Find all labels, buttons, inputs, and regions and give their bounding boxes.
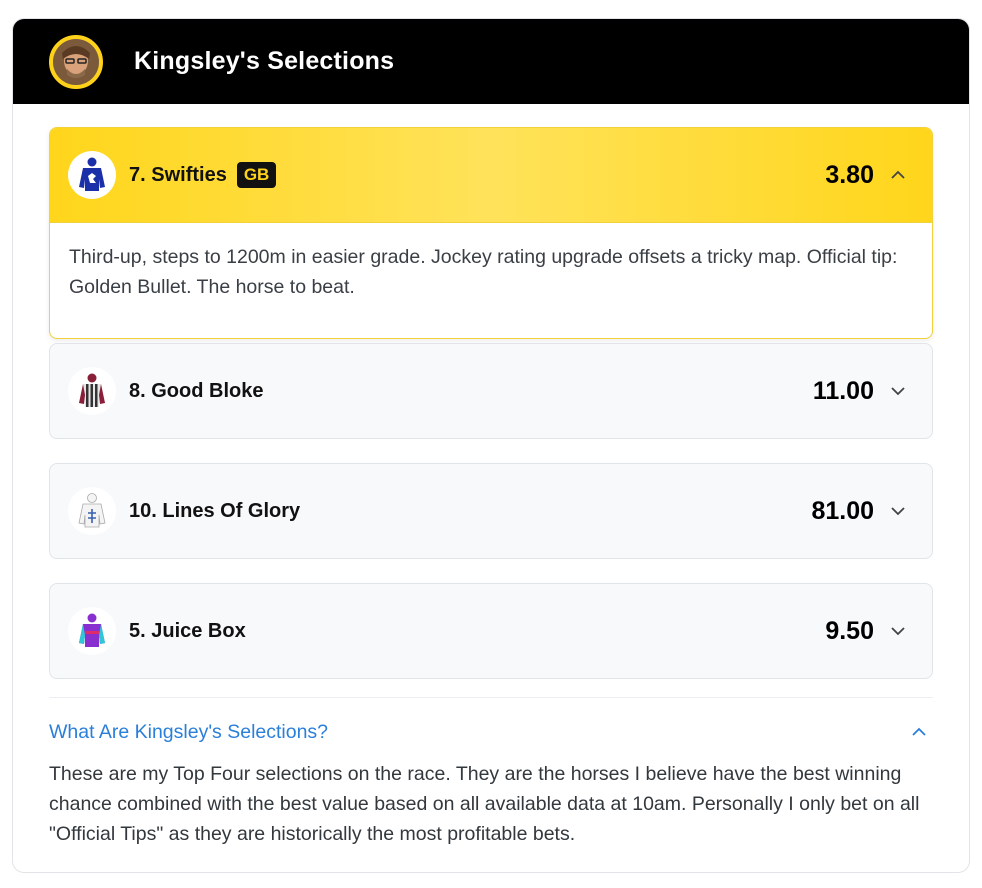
selection-header[interactable]: 10. Lines Of Glory 81.00 (50, 464, 932, 558)
selection-header[interactable]: 7. Swifties GB 3.80 (50, 128, 932, 222)
selection-item: 10. Lines Of Glory 81.00 (49, 463, 933, 559)
odds-value[interactable]: 9.50 (825, 617, 874, 646)
selections-card: Kingsley's Selections 7. Swifties GB 3.8… (12, 18, 970, 873)
divider (49, 697, 933, 698)
jockey-silk-icon (68, 487, 116, 535)
chevron-down-icon[interactable] (886, 619, 910, 643)
page-title: Kingsley's Selections (134, 47, 395, 75)
jockey-silk-icon (68, 151, 116, 199)
country-badge: GB (236, 162, 277, 188)
odds-value[interactable]: 81.00 (811, 497, 874, 526)
horse-name: 10. Lines Of Glory (129, 499, 301, 522)
faq-question[interactable]: What Are Kingsley's Selections? (49, 721, 328, 744)
odds-value[interactable]: 11.00 (813, 377, 874, 406)
chevron-up-icon[interactable] (886, 163, 910, 187)
jockey-silk-icon (68, 607, 116, 655)
selection-item: 7. Swifties GB 3.80 Third-up, steps to 1… (49, 127, 933, 339)
jockey-silk-icon (68, 367, 116, 415)
horse-name: 8. Good Bloke (129, 379, 264, 402)
selection-header[interactable]: 8. Good Bloke 11.00 (50, 344, 932, 438)
horse-name: 5. Juice Box (129, 619, 246, 642)
faq-toggle[interactable]: What Are Kingsley's Selections? (49, 717, 933, 747)
chevron-down-icon[interactable] (886, 379, 910, 403)
chevron-down-icon[interactable] (886, 499, 910, 523)
selection-item: 5. Juice Box 9.50 (49, 583, 933, 679)
card-header: Kingsley's Selections (13, 19, 969, 104)
selection-comment: Third-up, steps to 1200m in easier grade… (50, 222, 932, 338)
faq-answer: These are my Top Four selections on the … (49, 763, 920, 845)
horse-name: 7. Swifties (129, 163, 227, 186)
selection-header[interactable]: 5. Juice Box 9.50 (50, 584, 932, 678)
chevron-up-icon[interactable] (907, 720, 931, 744)
selection-item: 8. Good Bloke 11.00 (49, 343, 933, 439)
odds-value[interactable]: 3.80 (825, 161, 874, 190)
avatar (49, 34, 103, 89)
